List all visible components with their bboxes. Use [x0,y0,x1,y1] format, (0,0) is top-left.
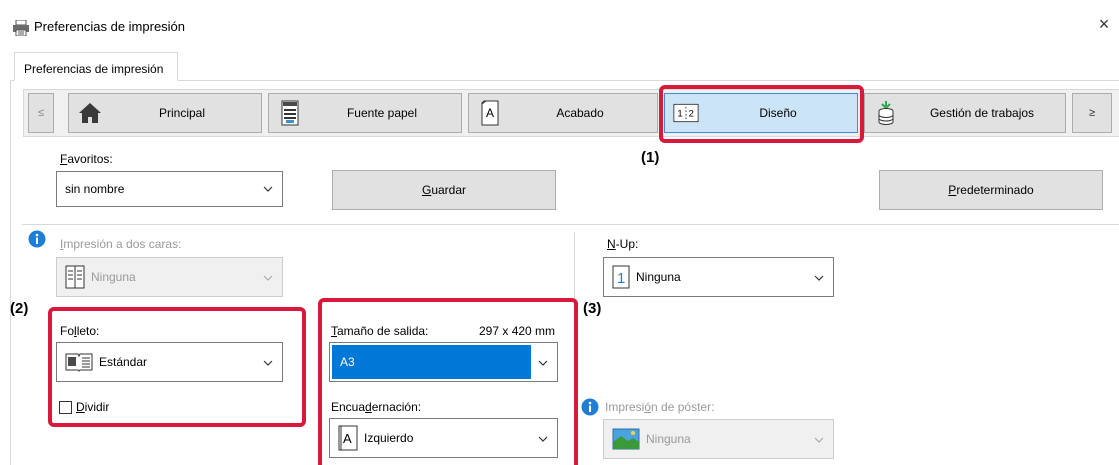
split-checkbox[interactable] [59,401,72,414]
panel-border [10,80,11,465]
svg-text:2: 2 [689,108,694,119]
binding-left-icon: A [338,425,358,451]
chevron-down-icon [263,275,273,281]
favorites-label: Favoritos: [60,152,113,166]
binding-label: Encuadernación: [331,400,422,414]
duplex-value: Ninguna [91,270,136,284]
printer-icon [12,19,30,37]
job-management-icon [873,100,899,126]
close-icon[interactable]: × [1093,14,1115,35]
favorites-select[interactable]: sin nombre [56,171,283,207]
output-size-selection-highlight [332,345,531,379]
chevron-down-icon [814,275,824,281]
favorites-value: sin nombre [65,182,125,196]
output-size-dimensions: 297 x 420 mm [479,324,556,338]
duplex-select[interactable]: Ninguna [56,257,283,297]
nav-tab-paper-source[interactable]: Fuente papel [268,93,462,133]
nav-tab-finishing[interactable]: A Acabado [468,93,658,133]
binding-value: Izquierdo [364,431,414,445]
booklet-label: Folleto: [60,324,100,338]
poster-label: Impresión de póster: [605,400,715,414]
info-icon [581,398,599,416]
output-size-label: Tamaño de salida: [331,324,429,338]
svg-text:A: A [486,106,494,120]
finishing-icon: A [477,100,503,126]
chevron-down-icon [263,360,273,366]
svg-text:1: 1 [677,108,682,119]
callout-2: (2) [10,300,29,317]
poster-select[interactable]: Ninguna [603,419,834,459]
section-divider [22,224,1119,225]
poster-image-icon [612,428,640,450]
nup-page-icon: 1 [612,265,630,289]
nav-tab-label: Acabado [556,106,604,120]
nav-tab-job-management[interactable]: Gestión de trabajos [864,93,1066,133]
poster-value: Ninguna [646,432,691,446]
chevron-down-icon [814,437,824,443]
tab-print-preferences[interactable]: Preferencias de impresión [14,52,178,81]
svg-text:A: A [343,431,352,446]
nav-tab-label: Principal [158,106,206,120]
nup-value: Ninguna [636,270,681,284]
nav-tab-label: Fuente papel [346,106,418,120]
nav-tab-layout[interactable]: 1 2 Diseño [664,93,858,133]
nav-tab-label: Gestión de trabajos [929,106,1035,120]
booklet-value: Estándar [99,355,148,369]
home-icon [77,100,103,126]
output-size-value: A3 [340,355,355,369]
nav-prev-button[interactable]: ≤ [28,93,54,133]
layout-icon: 1 2 [673,100,699,126]
duplex-book-icon [65,265,85,289]
nup-select[interactable]: 1 Ninguna [603,257,834,297]
nav-tab-label: Diseño [759,106,797,120]
chevron-down-icon [538,360,548,366]
svg-text:1: 1 [617,270,625,287]
callout-3: (3) [583,300,602,317]
nav-tab-principal[interactable]: Principal [68,93,262,133]
duplex-label: Impresión a dos caras: [60,237,182,251]
chevron-down-icon [538,436,548,442]
column-divider [574,232,575,302]
binding-select[interactable]: A Izquierdo [329,418,558,458]
nup-label: N-Up: [607,237,639,251]
category-nav-bar: ≤ Principal Fuente papel A Acabado 1 2 D… [23,89,1119,137]
info-icon [28,230,46,248]
output-size-select[interactable]: A3 [329,342,558,382]
booklet-icon [65,352,93,372]
default-button[interactable]: Predeterminado [879,170,1103,210]
chevron-down-icon [263,186,273,192]
nav-next-button[interactable]: ≥ [1072,93,1112,133]
callout-1: (1) [641,149,660,166]
paper-tray-icon [277,100,303,126]
split-label: Dividir [76,400,110,414]
window-title: Preferencias de impresión [34,19,186,34]
booklet-select[interactable]: Estándar [56,342,283,382]
save-button[interactable]: Guardar [332,170,556,210]
